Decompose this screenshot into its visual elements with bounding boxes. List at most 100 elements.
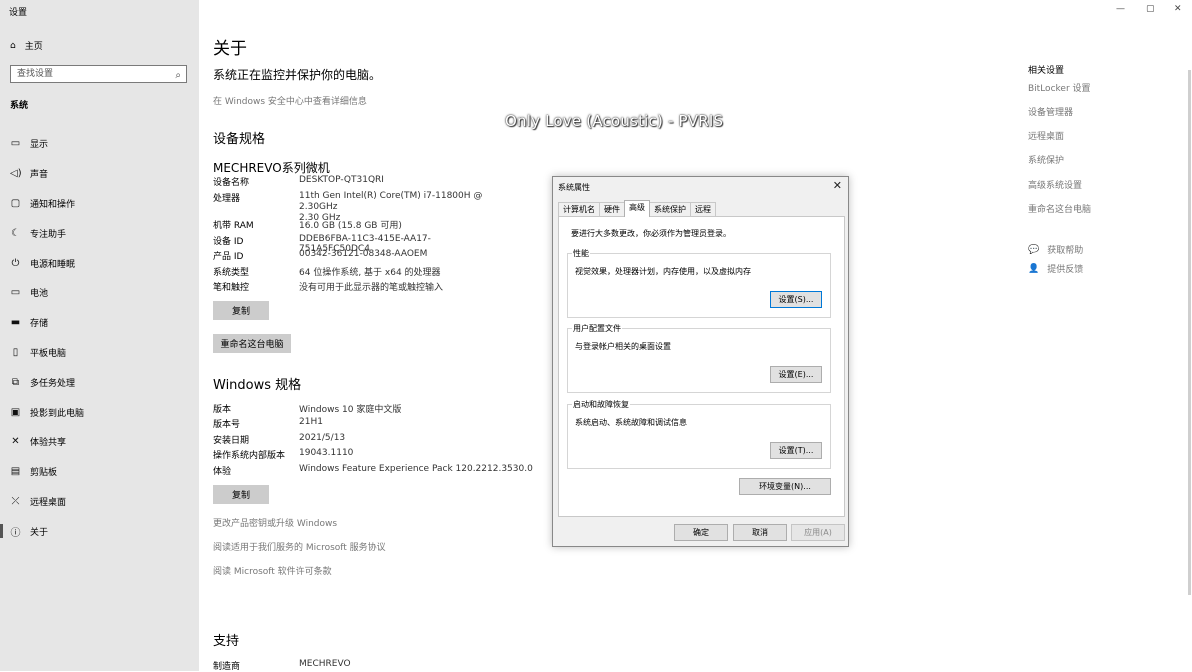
group-title: 性能 — [572, 248, 590, 259]
sidebar-item-focus-assist[interactable]: ☾ 专注助手 — [0, 218, 199, 248]
home-nav-item[interactable]: ⌂ 主页 — [10, 39, 43, 53]
support-heading: 支持 — [213, 634, 240, 649]
spec-key: 机带 RAM — [213, 221, 254, 231]
spec-row: 机带 RAM 16.0 GB (15.8 GB 可用) — [213, 218, 499, 231]
spec-key: 版本号 — [213, 420, 241, 430]
protection-status: 系统正在监控并保护你的电脑。 — [213, 68, 382, 82]
nav-label: 远程桌面 — [30, 497, 67, 508]
group-desc: 与登录帐户相关的桌面设置 — [575, 342, 671, 351]
windows-spec-heading: Windows 规格 — [213, 378, 302, 393]
spec-row: 体验 Windows Feature Experience Pack 120.22… — [213, 464, 539, 477]
bitlocker-settings-link[interactable]: BitLocker 设置 — [1028, 81, 1091, 94]
tab-computer-name[interactable]: 计算机名 — [558, 202, 600, 217]
license-terms-link[interactable]: 阅读 Microsoft 软件许可条款 — [213, 564, 332, 577]
dialog-tabs: 计算机名 硬件 高级 系统保护 远程 — [558, 200, 716, 217]
help-icon: 💬 — [1028, 244, 1040, 255]
spec-value: 64 位操作系统, 基于 x64 的处理器 — [299, 268, 441, 278]
spec-row: 安装日期 2021/5/13 — [213, 433, 499, 446]
scrollbar[interactable] — [1188, 70, 1191, 595]
change-product-key-link[interactable]: 更改产品密钥或升级 Windows — [213, 516, 337, 529]
spec-value: 19043.1110 — [299, 448, 354, 458]
battery-icon: ▭ — [10, 287, 21, 299]
startup-recovery-settings-button[interactable]: 设置(T)... — [770, 442, 822, 459]
nav-label: 平板电脑 — [30, 348, 67, 359]
sidebar-item-display[interactable]: ▭ 显示 — [0, 129, 199, 159]
home-label: 主页 — [24, 42, 43, 52]
spec-value: Windows Feature Experience Pack 120.2212… — [299, 464, 533, 474]
sidebar-item-notifications[interactable]: ▢ 通知和操作 — [0, 189, 199, 219]
spec-key: 设备名称 — [213, 178, 250, 188]
system-protection-link[interactable]: 系统保护 — [1028, 153, 1064, 166]
feedback-link[interactable]: 👤 提供反馈 — [1028, 262, 1084, 276]
sidebar-item-sound[interactable]: ◁) 声音 — [0, 159, 199, 189]
now-playing-overlay: Only Love (Acoustic) - PVRIS — [505, 112, 724, 130]
sidebar-item-battery[interactable]: ▭ 电池 — [0, 278, 199, 308]
user-profiles-group: 用户配置文件 与登录帐户相关的桌面设置 设置(E)... — [567, 323, 831, 393]
advanced-system-settings-link[interactable]: 高级系统设置 — [1028, 178, 1082, 191]
spec-key: 操作系统内部版本 — [213, 451, 286, 461]
apply-button[interactable]: 应用(A) — [791, 524, 845, 541]
dialog-close-icon[interactable]: ✕ — [833, 179, 842, 192]
sidebar-item-multitasking[interactable]: ⧉ 多任务处理 — [0, 367, 199, 397]
nav-label: 存储 — [30, 319, 49, 330]
spec-value: 21H1 — [299, 417, 323, 427]
nav-label: 剪贴板 — [30, 468, 58, 479]
group-desc: 系统启动、系统故障和调试信息 — [575, 418, 687, 427]
sidebar-item-project[interactable]: ▣ 投影到此电脑 — [0, 397, 199, 427]
performance-group: 性能 视觉效果，处理器计划，内存使用，以及虚拟内存 设置(S)... — [567, 248, 831, 318]
search-placeholder: 查找设置 — [17, 69, 54, 79]
close-button[interactable]: ✕ — [1174, 4, 1182, 14]
spec-value: 00342-36121-08348-AAOEM — [299, 249, 428, 259]
sidebar-item-remote-desktop[interactable]: ⤫ 远程桌面 — [0, 487, 199, 517]
copy-windows-specs-button[interactable]: 复制 — [213, 485, 269, 504]
spec-key: 产品 ID — [213, 252, 244, 262]
feedback-label: 提供反馈 — [1047, 265, 1084, 275]
dialog-title: 系统属性 — [558, 183, 590, 192]
system-properties-dialog: 系统属性 ✕ 计算机名 硬件 高级 系统保护 远程 要进行大多数更改，你必须作为… — [552, 176, 849, 547]
group-title: 启动和故障恢复 — [572, 399, 630, 410]
rename-pc-button[interactable]: 重命名这台电脑 — [213, 334, 291, 353]
spec-key: 体验 — [213, 467, 232, 477]
spec-value: MECHREVO — [299, 659, 351, 669]
group-desc: 视觉效果，处理器计划，内存使用，以及虚拟内存 — [575, 267, 751, 276]
rename-pc-link[interactable]: 重命名这台电脑 — [1028, 202, 1091, 215]
nav-label: 通知和操作 — [30, 199, 76, 210]
sidebar-item-storage[interactable]: ▬ 存储 — [0, 308, 199, 338]
user-profiles-settings-button[interactable]: 设置(E)... — [770, 366, 822, 383]
service-agreement-link[interactable]: 阅读适用于我们服务的 Microsoft 服务协议 — [213, 540, 386, 553]
moon-icon: ☾ — [11, 227, 20, 239]
tab-hardware[interactable]: 硬件 — [599, 202, 625, 217]
tab-system-protection[interactable]: 系统保护 — [649, 202, 691, 217]
nav-label: 关于 — [30, 527, 49, 538]
nav-label: 声音 — [30, 170, 49, 181]
security-center-link[interactable]: 在 Windows 安全中心中查看详细信息 — [213, 94, 367, 107]
tab-advanced[interactable]: 高级 — [624, 200, 650, 217]
storage-icon: ▬ — [10, 317, 21, 329]
sidebar-item-clipboard[interactable]: ▤ 剪贴板 — [0, 457, 199, 487]
maximize-button[interactable]: ▢ — [1146, 4, 1155, 14]
minimize-button[interactable]: — — [1116, 4, 1125, 14]
performance-settings-button[interactable]: 设置(S)... — [770, 291, 822, 308]
sidebar-item-power[interactable]: ⏻ 电源和睡眠 — [0, 248, 199, 278]
remote-desktop-link[interactable]: 远程桌面 — [1028, 129, 1064, 142]
cancel-button[interactable]: 取消 — [733, 524, 787, 541]
spec-value: Windows 10 家庭中文版 — [299, 405, 402, 415]
search-input[interactable]: 查找设置 ⌕ — [10, 65, 187, 83]
spec-value: DESKTOP-QT31QRI — [299, 175, 384, 185]
tablet-icon: ▯ — [12, 346, 19, 358]
ok-button[interactable]: 确定 — [674, 524, 728, 541]
get-help-link[interactable]: 💬 获取帮助 — [1028, 243, 1083, 257]
tab-remote[interactable]: 远程 — [690, 202, 716, 217]
section-label-system: 系统 — [10, 101, 29, 111]
sidebar-item-tablet[interactable]: ▯ 平板电脑 — [0, 338, 199, 368]
environment-variables-button[interactable]: 环境变量(N)... — [739, 478, 831, 495]
copy-device-specs-button[interactable]: 复制 — [213, 301, 269, 320]
clipboard-icon: ▤ — [10, 466, 21, 478]
project-icon: ▣ — [10, 406, 21, 418]
advanced-tab-panel: 要进行大多数更改，你必须作为管理员登录。 性能 视觉效果，处理器计划，内存使用，… — [558, 216, 845, 517]
display-icon: ▭ — [10, 138, 21, 150]
spec-key: 制造商 — [213, 662, 241, 672]
sidebar-item-shared-experience[interactable]: ✕ 体验共享 — [0, 427, 199, 457]
device-manager-link[interactable]: 设备管理器 — [1028, 105, 1073, 118]
sidebar-item-about[interactable]: ⓘ 关于 — [0, 516, 199, 546]
